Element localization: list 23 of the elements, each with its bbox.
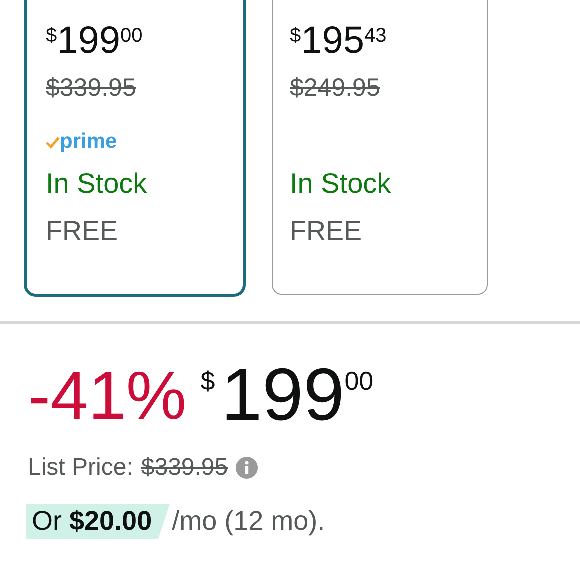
price-whole: 195 — [301, 22, 365, 60]
currency-symbol: $ — [46, 26, 58, 46]
currency-symbol: $ — [200, 368, 216, 394]
info-icon[interactable] — [236, 457, 258, 479]
price-fraction: 00 — [120, 26, 143, 46]
monthly-payment-highlight: Or $20.00 — [26, 504, 170, 539]
price-fraction: 00 — [344, 368, 374, 394]
price-fraction: 43 — [364, 26, 387, 46]
check-icon — [46, 137, 60, 149]
list-price: $339.95 — [141, 456, 228, 480]
price-whole: 199 — [221, 358, 345, 432]
list-price-label: List Price: — [28, 456, 134, 480]
prime-label: prime — [60, 131, 118, 152]
monthly-payment-terms: /mo (12 mo). — [172, 508, 326, 538]
stock-status: In Stock — [290, 170, 392, 198]
delivery-text: FREE — [290, 218, 364, 245]
currency-symbol: $ — [290, 26, 302, 46]
price-whole: 199 — [57, 22, 121, 60]
was-price: $249.95 — [290, 74, 380, 102]
delivery-text: FREE — [46, 218, 120, 245]
discount-percent: -41% — [28, 362, 187, 430]
was-price: $339.95 — [46, 74, 136, 102]
stock-status: In Stock — [46, 170, 148, 198]
